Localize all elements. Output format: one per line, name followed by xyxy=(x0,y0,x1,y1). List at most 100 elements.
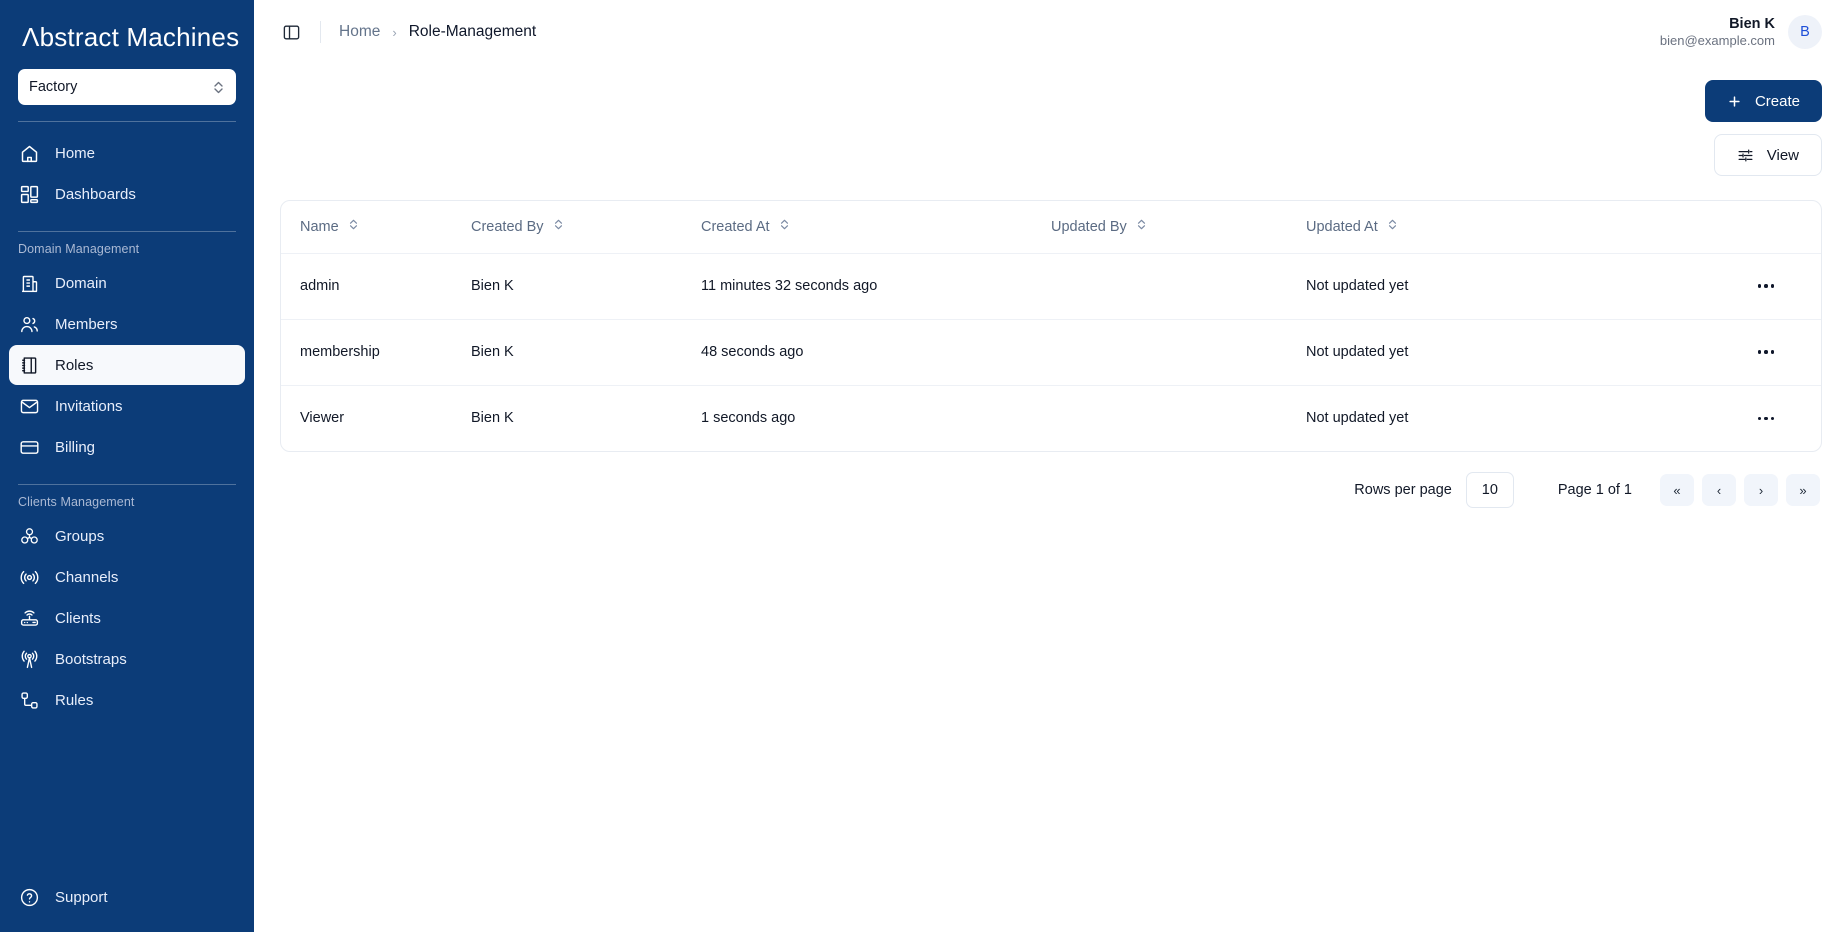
topbar-right: Bien K bien@example.com B xyxy=(1660,15,1822,49)
column-header-created-by[interactable]: Created By xyxy=(471,201,701,254)
sliders-icon xyxy=(1737,147,1754,164)
cell-name: Viewer xyxy=(300,410,345,427)
sidebar-item-billing[interactable]: Billing xyxy=(9,427,245,467)
prev-page-button[interactable]: ‹ xyxy=(1702,474,1736,506)
cell-created-at: 48 seconds ago xyxy=(701,319,1051,386)
cell-updated-by xyxy=(1051,319,1306,386)
sidebar-item-label: Billing xyxy=(55,438,96,456)
sidebar-item-label: Members xyxy=(55,315,118,333)
sidebar-bottom: Support xyxy=(0,876,254,932)
profile-info: Bien K bien@example.com xyxy=(1660,15,1775,49)
sidebar-item-label: Groups xyxy=(55,527,105,545)
sidebar-item-rules[interactable]: Rules xyxy=(9,680,245,720)
profile-name: Bien K xyxy=(1729,15,1775,32)
cell-created-at: 1 seconds ago xyxy=(701,410,796,427)
cell-created-by: Bien K xyxy=(471,253,701,320)
table-header-row: Name Created By Created At Updated By Up… xyxy=(281,201,1821,254)
envelope-icon xyxy=(19,396,40,417)
sidebar-item-members[interactable]: Members xyxy=(9,304,245,344)
first-page-button[interactable]: « xyxy=(1660,474,1694,506)
column-header-created-at[interactable]: Created At xyxy=(701,201,1051,254)
sort-chevrons-icon xyxy=(1387,218,1398,235)
next-page-button[interactable]: › xyxy=(1744,474,1778,506)
column-header-updated-by[interactable]: Updated By xyxy=(1051,201,1306,254)
brand-wordmark: Λbstract Machines xyxy=(22,22,240,52)
sidebar-section-label-domain: Domain Management xyxy=(18,242,140,256)
ellipsis-icon[interactable] xyxy=(1749,338,1783,366)
cell-created-at: 11 minutes 32 seconds ago xyxy=(701,253,1051,320)
users-icon xyxy=(19,314,40,335)
column-label: Updated At xyxy=(1306,218,1378,235)
sidebar-item-invitations[interactable]: Invitations xyxy=(9,386,245,426)
brand-logo: Λbstract Machines xyxy=(0,0,254,63)
cell-updated-by xyxy=(1051,253,1306,320)
cell-updated-at: Not updated yet xyxy=(1306,319,1711,386)
sidebar-item-groups[interactable]: Groups xyxy=(9,516,245,556)
roles-table: Name Created By Created At Updated By Up… xyxy=(281,201,1821,451)
pagination-buttons: « ‹ › » xyxy=(1660,474,1820,506)
help-circle-icon xyxy=(19,887,40,908)
breadcrumb: Home › Role-Management xyxy=(339,23,536,41)
table-body: admin Bien K 11 minutes 32 seconds ago N… xyxy=(281,253,1821,451)
sidebar-panel-icon[interactable] xyxy=(276,17,306,47)
view-button-label: View xyxy=(1766,146,1799,164)
org-selector-value: Factory xyxy=(29,79,78,95)
sidebar-item-channels[interactable]: Channels xyxy=(9,557,245,597)
view-button[interactable]: View xyxy=(1713,134,1822,176)
dashboard-grid-icon xyxy=(19,184,40,205)
ellipsis-icon[interactable] xyxy=(1749,272,1783,300)
column-label: Created By xyxy=(471,218,544,235)
sidebar-item-bootstraps[interactable]: Bootstraps xyxy=(9,639,245,679)
breadcrumb-home[interactable]: Home xyxy=(339,23,380,41)
topbar: Home › Role-Management Bien K bien@examp… xyxy=(254,0,1848,64)
sidebar-section-label-clients: Clients Management xyxy=(18,495,135,509)
home-icon xyxy=(19,143,40,164)
create-button-label: Create xyxy=(1754,92,1800,110)
page-content: Create View Name Created By Created At U… xyxy=(254,64,1848,932)
cell-actions xyxy=(1711,253,1821,320)
ellipsis-icon[interactable] xyxy=(1749,404,1783,432)
router-icon xyxy=(19,608,40,629)
column-label: Name xyxy=(300,218,339,235)
breadcrumb-current: Role-Management xyxy=(408,23,537,40)
sort-chevrons-icon xyxy=(1136,218,1147,235)
cell-created-by: Bien K xyxy=(471,319,701,386)
sidebar-item-label: Channels xyxy=(55,568,119,586)
column-header-name[interactable]: Name xyxy=(281,201,471,254)
sidebar-item-label: Rules xyxy=(55,691,94,709)
sidebar-item-label: Clients xyxy=(55,609,101,627)
table-row[interactable]: Viewer Bien K 1 seconds ago Not updated … xyxy=(281,385,1821,451)
sidebar-item-label: Invitations xyxy=(55,397,123,415)
rows-per-page-label: Rows per page xyxy=(1354,482,1452,498)
sidebar-item-support[interactable]: Support xyxy=(9,877,245,917)
column-header-actions xyxy=(1711,201,1821,254)
sidebar-item-dashboards[interactable]: Dashboards xyxy=(9,174,245,214)
building-icon xyxy=(19,273,40,294)
sidebar-domain-nav: Domain Members Roles Invitations Billing xyxy=(0,262,254,468)
cell-updated-by xyxy=(1051,385,1306,451)
sidebar-item-domain[interactable]: Domain xyxy=(9,263,245,303)
column-label: Updated By xyxy=(1051,218,1127,235)
rows-per-page-select[interactable]: 10 xyxy=(1465,472,1514,508)
last-page-button[interactable]: » xyxy=(1786,474,1820,506)
cell-updated-at: Not updated yet xyxy=(1306,410,1409,427)
org-selector[interactable]: Factory xyxy=(18,69,236,105)
sidebar-item-label: Dashboards xyxy=(55,185,136,203)
sidebar-item-label: Support xyxy=(55,888,108,906)
chevron-up-down-icon xyxy=(212,80,225,95)
sidebar-item-roles[interactable]: Roles xyxy=(9,345,245,385)
sidebar: Λbstract Machines Factory Home Dashboard… xyxy=(0,0,254,932)
sidebar-item-clients[interactable]: Clients xyxy=(9,598,245,638)
column-header-updated-at[interactable]: Updated At xyxy=(1306,201,1711,254)
sidebar-item-home[interactable]: Home xyxy=(9,133,245,173)
pagination: Rows per page 10 Page 1 of 1 « ‹ › » xyxy=(280,452,1822,508)
main-area: Home › Role-Management Bien K bien@examp… xyxy=(254,0,1848,932)
table-row[interactable]: admin Bien K 11 minutes 32 seconds ago N… xyxy=(281,253,1821,320)
groups-cubes-icon xyxy=(19,526,40,547)
cell-name: membership xyxy=(281,319,471,386)
app-root: Λbstract Machines Factory Home Dashboard… xyxy=(0,0,1848,932)
table-row[interactable]: membership Bien K 48 seconds ago Not upd… xyxy=(281,319,1821,386)
roles-table-card: Name Created By Created At Updated By Up… xyxy=(280,200,1822,452)
avatar[interactable]: B xyxy=(1788,15,1822,49)
create-button[interactable]: Create xyxy=(1704,80,1822,122)
